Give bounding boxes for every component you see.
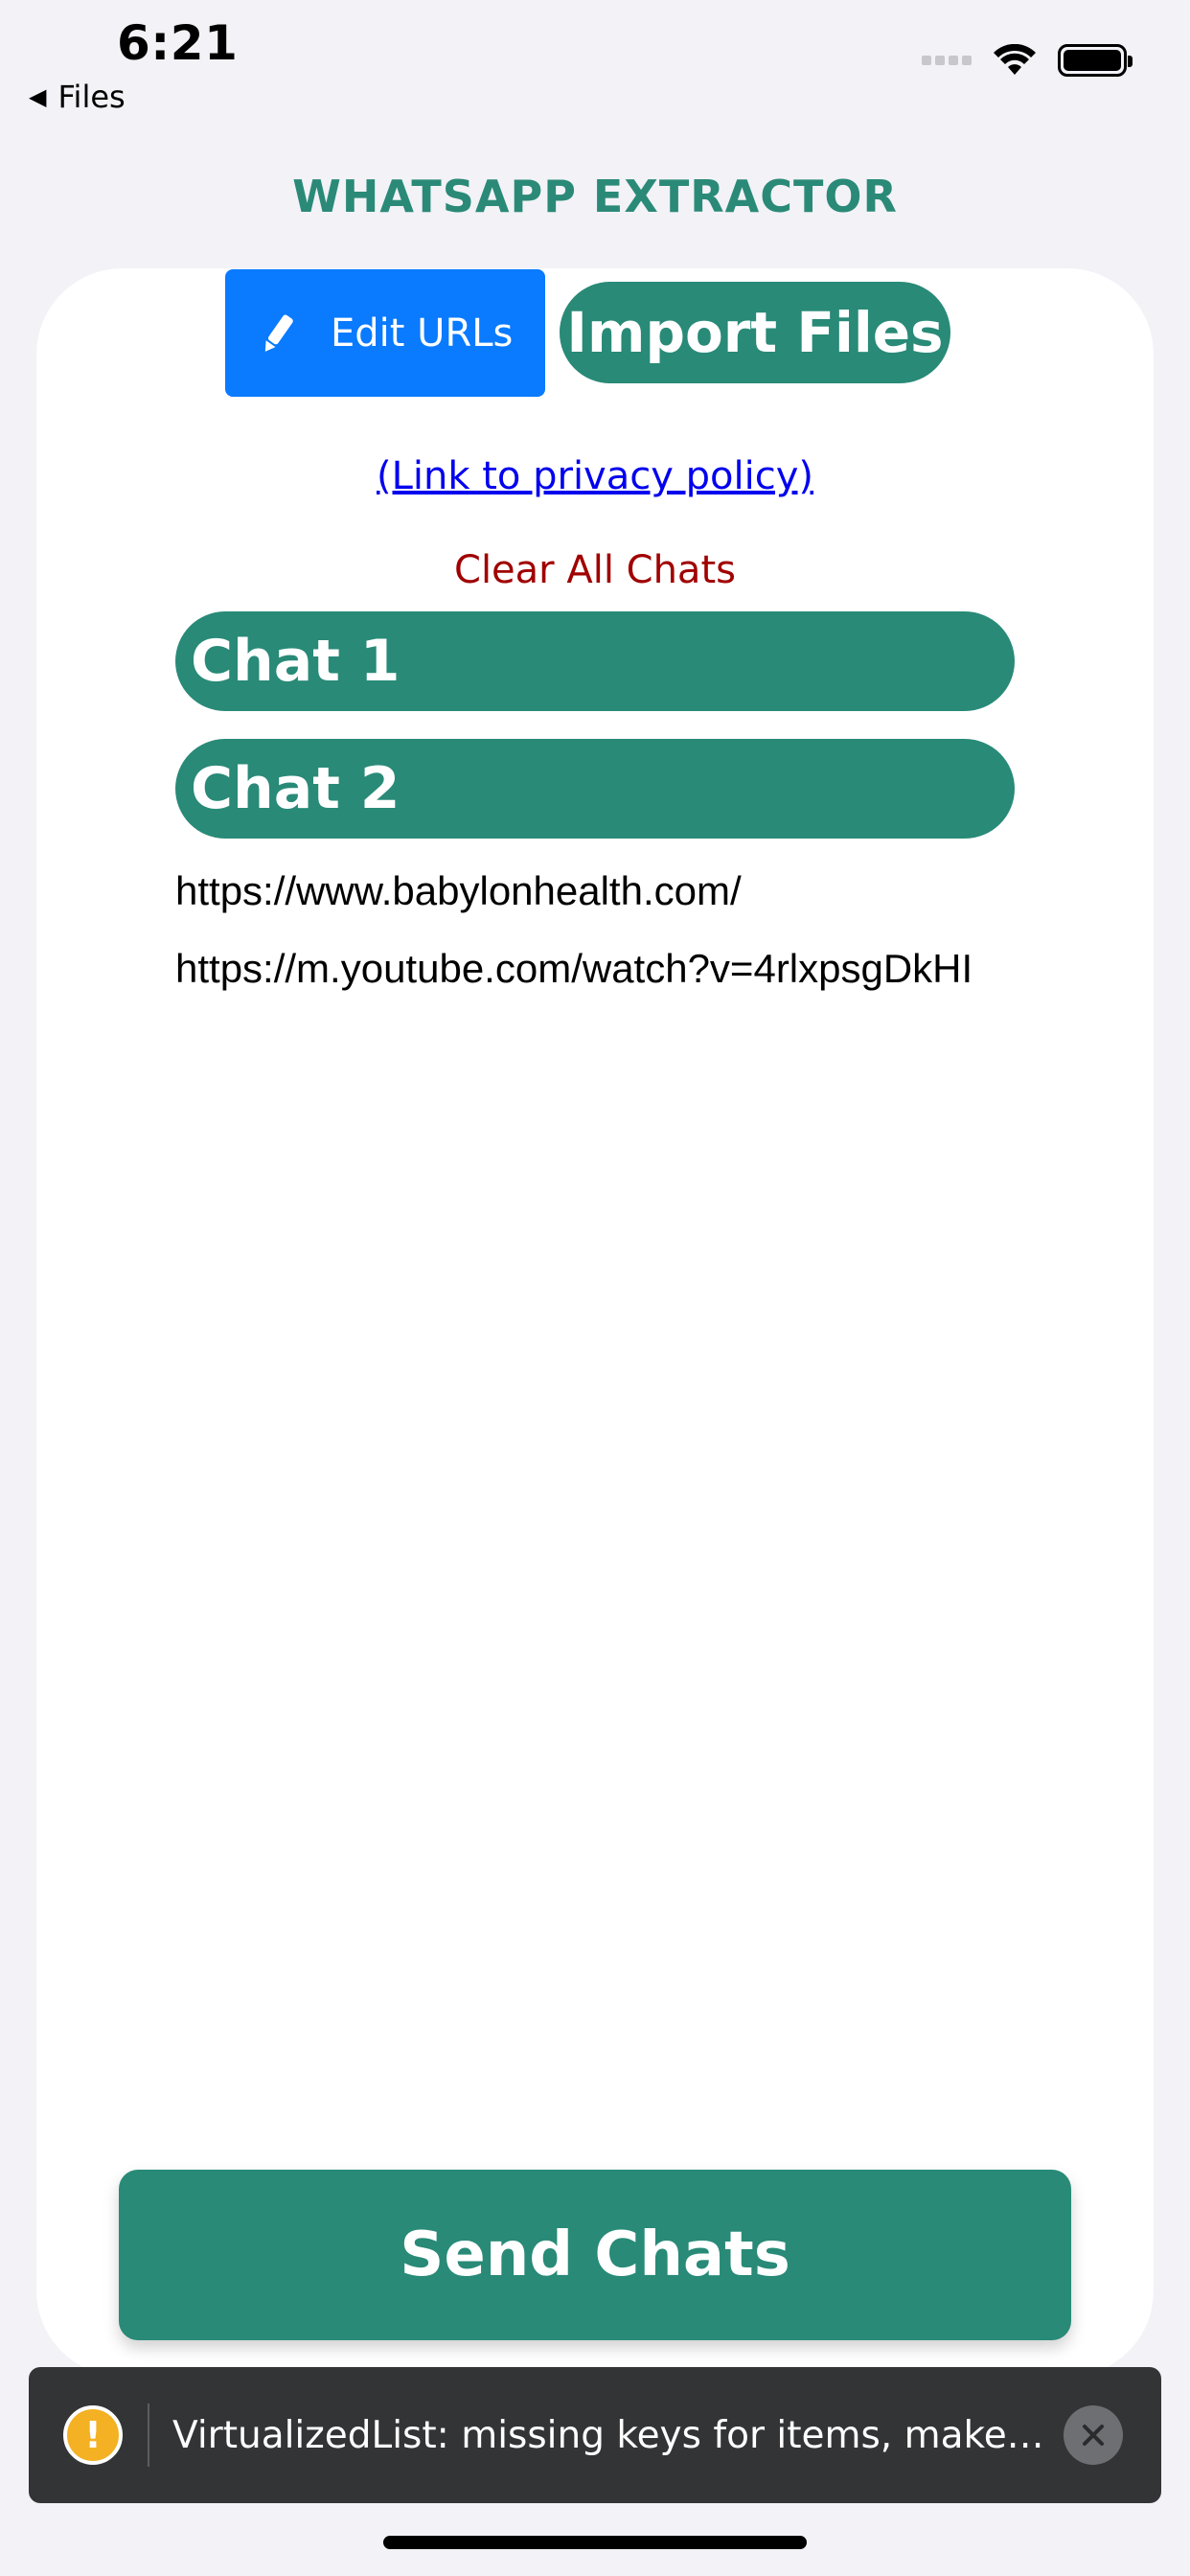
back-to-files-button[interactable]: ◀ Files (29, 79, 126, 115)
send-chats-button[interactable]: Send Chats (119, 2170, 1071, 2340)
edit-urls-label: Edit URLs (331, 310, 514, 356)
left-triangle-icon: ◀ (29, 83, 47, 110)
edit-urls-button[interactable]: Edit URLs (225, 269, 545, 397)
warning-icon: ! (63, 2405, 123, 2465)
cellular-dots-icon (922, 56, 972, 65)
back-label: Files (57, 79, 126, 115)
privacy-policy-link[interactable]: (Link to privacy policy) (0, 454, 1190, 498)
home-indicator[interactable] (383, 2536, 807, 2549)
url-item: https://m.youtube.com/watch?v=4rlxpsgDkH… (175, 946, 973, 991)
close-icon[interactable] (1064, 2405, 1123, 2465)
warning-toast[interactable]: ! VirtualizedList: missing keys for item… (29, 2367, 1161, 2503)
toast-divider (148, 2404, 149, 2467)
chat-item[interactable]: Chat 2 (175, 739, 1015, 839)
pencil-icon (264, 314, 293, 352)
status-time: 6:21 (117, 15, 239, 71)
url-item: https://www.babylonhealth.com/ (175, 868, 742, 913)
wifi-icon (994, 44, 1036, 75)
battery-icon (1058, 44, 1133, 77)
status-indicators (922, 44, 1133, 77)
clear-all-chats-button[interactable]: Clear All Chats (0, 548, 1190, 592)
toast-message: VirtualizedList: missing keys for items,… (172, 2413, 1044, 2457)
app-title: WHATSAPP EXTRACTOR (292, 171, 898, 222)
chat-item[interactable]: Chat 1 (175, 611, 1015, 711)
import-files-button[interactable]: Import Files (560, 282, 950, 383)
